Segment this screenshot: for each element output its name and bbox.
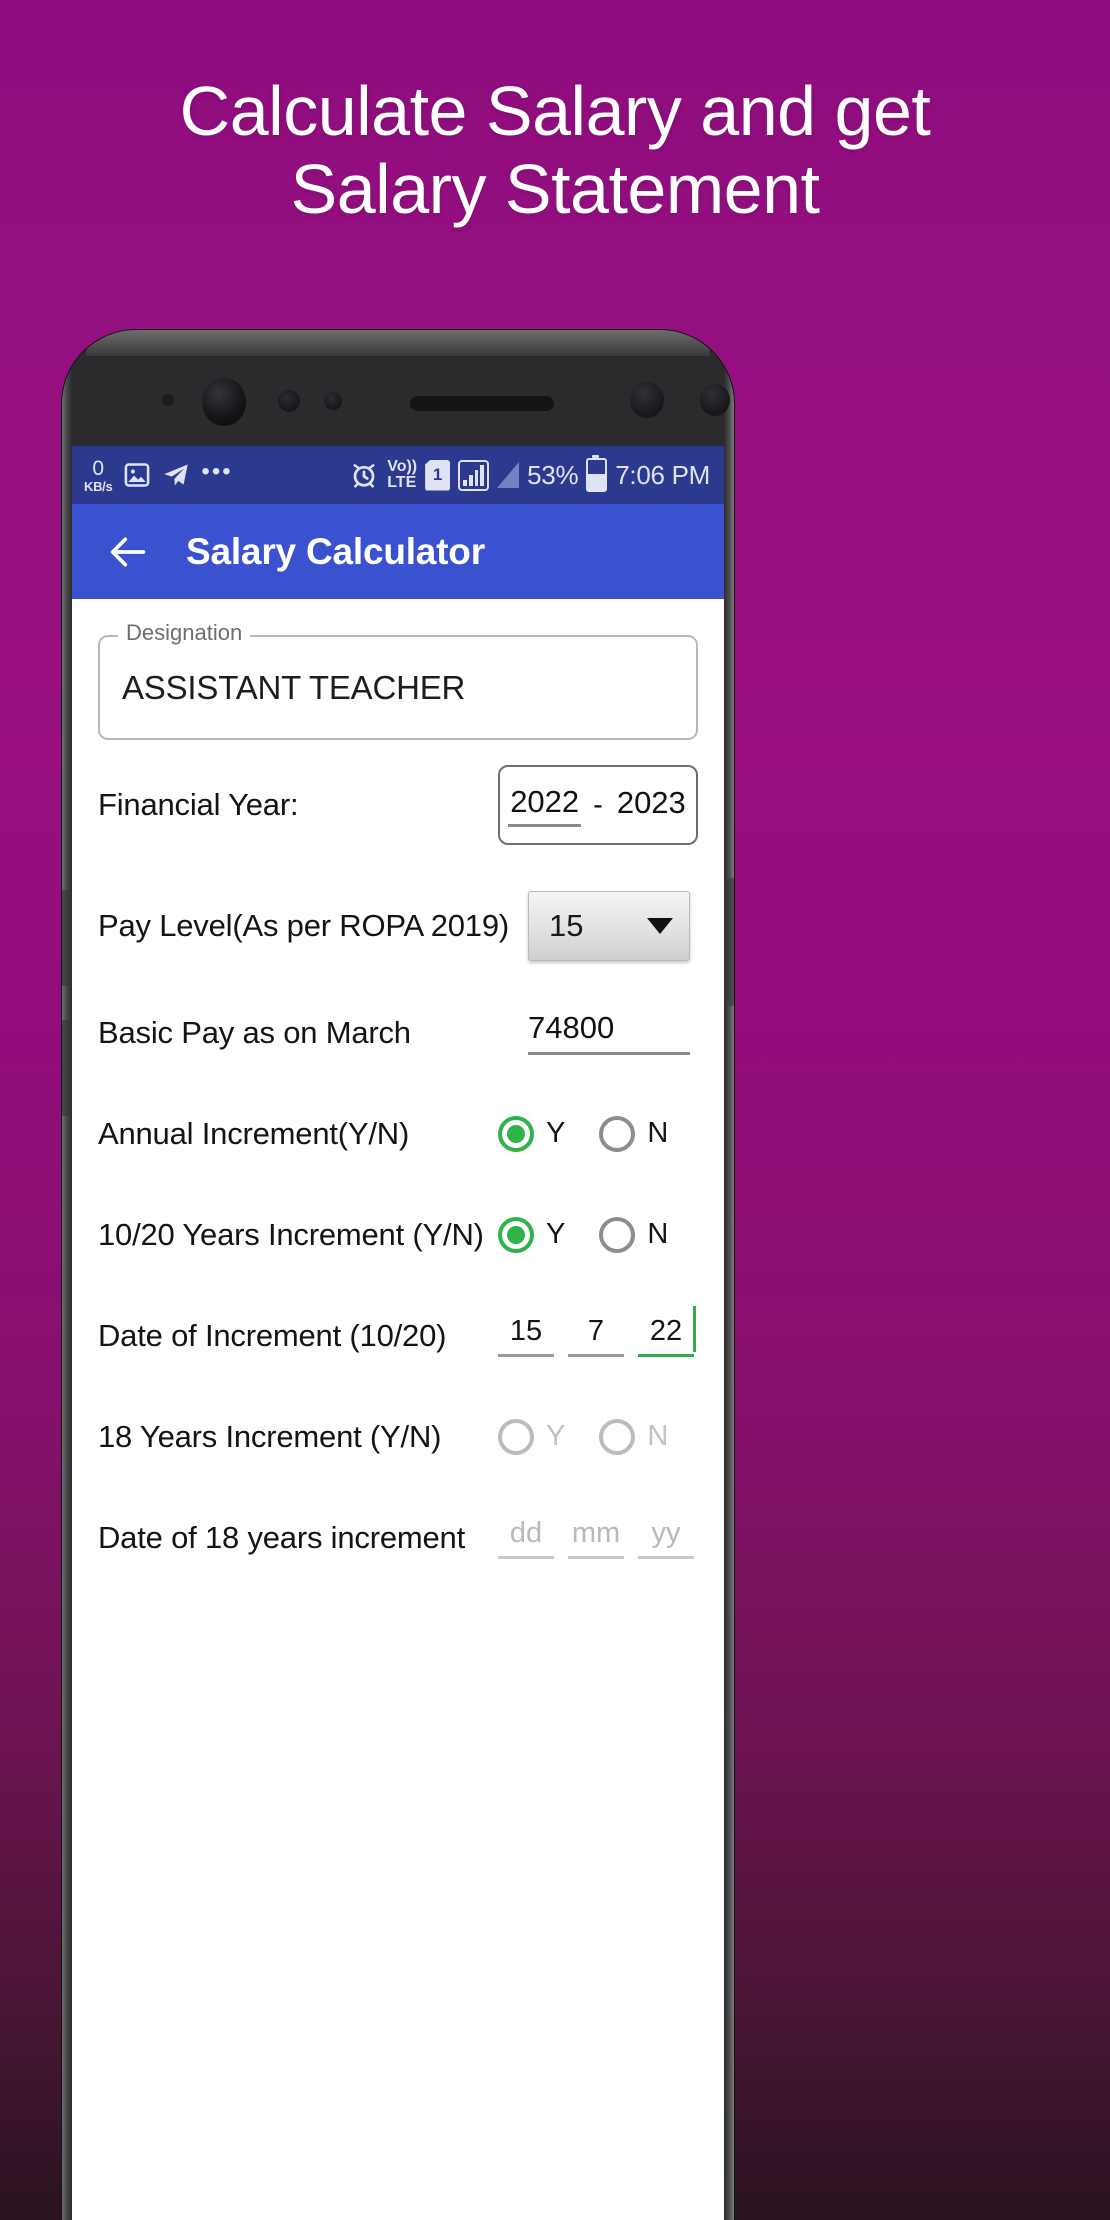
image-icon xyxy=(125,463,150,487)
radio-disabled-icon xyxy=(498,1418,534,1455)
volume-down-button[interactable] xyxy=(62,1020,72,1116)
volume-up-button[interactable] xyxy=(62,890,72,986)
date-of-increment-month[interactable]: 7 xyxy=(568,1315,624,1357)
network-speed-indicator: 0 KB/s xyxy=(84,456,113,494)
annual-increment-no[interactable]: N xyxy=(599,1115,669,1152)
light-sensor-icon xyxy=(324,392,342,410)
date-of-increment-year[interactable]: 22 xyxy=(638,1305,696,1357)
phone-screen: 0 KB/s ••• Vo)) LTE 1 53% 7:06 PM Salary… xyxy=(72,446,724,2220)
device-left-edge xyxy=(62,360,72,2220)
battery-percent-label: 53% xyxy=(527,459,579,490)
radio-disabled-icon xyxy=(599,1418,636,1455)
financial-year-label: Financial Year: xyxy=(98,787,299,822)
telegram-icon xyxy=(164,464,189,486)
secondary-camera-icon xyxy=(630,382,664,418)
device-right-edge xyxy=(724,360,734,2220)
promo-headline-line1: Calculate Salary and get xyxy=(179,72,931,150)
promo-headline-line2: Salary Statement xyxy=(290,150,820,229)
battery-icon xyxy=(586,455,608,492)
ten-twenty-increment-yes[interactable]: Y xyxy=(498,1216,566,1253)
annual-increment-radio-group: Y N xyxy=(498,1115,698,1152)
proximity-sensor-icon xyxy=(278,390,300,412)
ten-twenty-increment-no[interactable]: N xyxy=(599,1216,669,1253)
annual-increment-label: Annual Increment(Y/N) xyxy=(98,1115,410,1151)
financial-year-start[interactable]: 2022 xyxy=(508,784,582,827)
sensor-dot-icon xyxy=(162,394,174,406)
financial-year-row: Financial Year: 2022 - 2023 xyxy=(98,740,698,870)
phone-device-frame: 0 KB/s ••• Vo)) LTE 1 53% 7:06 PM Salary… xyxy=(62,330,734,2220)
basic-pay-label: Basic Pay as on March xyxy=(98,1014,411,1050)
status-bar-left: 0 KB/s ••• xyxy=(84,458,349,493)
date-of-increment-row: Date of Increment (10/20) 15 7 22 xyxy=(98,1285,698,1386)
designation-input[interactable]: ASSISTANT TEACHER xyxy=(98,635,698,740)
volte-icon: Vo)) LTE xyxy=(387,458,418,491)
sim-card-icon: 1 xyxy=(425,459,451,491)
date-of-18-increment-month[interactable]: mm xyxy=(568,1517,624,1559)
arrow-left-icon xyxy=(110,537,146,566)
annual-increment-row: Annual Increment(Y/N) Y N xyxy=(98,1083,698,1184)
designation-label: Designation xyxy=(118,620,251,646)
signal-strength-icon xyxy=(458,459,490,491)
radio-unselected-icon xyxy=(599,1115,636,1152)
radio-unselected-icon xyxy=(599,1216,636,1253)
eighteen-year-increment-row: 18 Years Increment (Y/N) Y N xyxy=(98,1386,698,1487)
radio-selected-icon xyxy=(498,1216,534,1253)
ten-twenty-increment-yes-label: Y xyxy=(546,1218,566,1250)
front-camera-icon xyxy=(202,378,246,426)
date-of-increment-fields: 15 7 22 xyxy=(498,1305,696,1357)
financial-year-separator: - xyxy=(593,788,603,821)
status-bar: 0 KB/s ••• Vo)) LTE 1 53% 7:06 PM xyxy=(72,446,724,504)
radio-selected-icon xyxy=(498,1115,534,1152)
ten-twenty-increment-label: 10/20 Years Increment (Y/N) xyxy=(98,1216,484,1252)
date-of-18-increment-row: Date of 18 years increment dd mm yy xyxy=(98,1487,698,1588)
app-bar: Salary Calculator xyxy=(72,504,724,599)
earpiece-speaker xyxy=(410,396,554,411)
date-of-increment-day[interactable]: 15 xyxy=(498,1315,554,1357)
pay-level-dropdown[interactable]: 15 xyxy=(528,891,690,961)
secondary-signal-icon xyxy=(497,462,520,488)
tertiary-sensor-icon xyxy=(700,384,730,416)
annual-increment-yes-label: Y xyxy=(546,1117,566,1149)
basic-pay-row: Basic Pay as on March 74800 xyxy=(98,982,698,1083)
date-of-18-increment-fields: dd mm yy xyxy=(498,1517,694,1559)
date-of-increment-label: Date of Increment (10/20) xyxy=(98,1317,447,1353)
promo-screenshot: Calculate Salary and get Salary Statemen… xyxy=(0,0,1110,2220)
basic-pay-input[interactable]: 74800 xyxy=(528,1010,690,1055)
eighteen-year-increment-no[interactable]: N xyxy=(599,1418,669,1455)
financial-year-end: 2023 xyxy=(616,785,686,820)
phone-sensor-cluster xyxy=(62,352,734,446)
date-of-18-increment-label: Date of 18 years increment xyxy=(98,1519,465,1555)
pay-level-row: Pay Level(As per ROPA 2019) 15 xyxy=(98,870,698,982)
alarm-icon xyxy=(353,464,375,488)
financial-year-input[interactable]: 2022 - 2023 xyxy=(498,765,698,845)
page-title: Salary Calculator xyxy=(186,530,485,572)
annual-increment-yes[interactable]: Y xyxy=(498,1115,566,1152)
back-button[interactable] xyxy=(100,524,156,580)
status-bar-clock: 7:06 PM xyxy=(615,459,710,490)
eighteen-year-increment-yes[interactable]: Y xyxy=(498,1418,566,1455)
eighteen-year-increment-yes-label: Y xyxy=(546,1420,566,1452)
date-of-18-increment-day[interactable]: dd xyxy=(498,1517,554,1559)
more-dots-icon: ••• xyxy=(201,458,233,485)
eighteen-year-increment-label: 18 Years Increment (Y/N) xyxy=(98,1418,442,1454)
eighteen-year-increment-radio-group: Y N xyxy=(498,1418,698,1455)
eighteen-year-increment-no-label: N xyxy=(647,1420,669,1452)
chevron-down-icon xyxy=(647,918,673,934)
ten-twenty-increment-radio-group: Y N xyxy=(498,1216,698,1253)
annual-increment-no-label: N xyxy=(647,1117,669,1149)
salary-calculator-form: ASSISTANT TEACHER Designation Financial … xyxy=(72,599,724,2220)
designation-value: ASSISTANT TEACHER xyxy=(122,668,466,706)
power-button[interactable] xyxy=(724,878,734,1006)
promo-headline: Calculate Salary and get Salary Statemen… xyxy=(0,72,1110,229)
ten-twenty-increment-row: 10/20 Years Increment (Y/N) Y N xyxy=(98,1184,698,1285)
pay-level-value: 15 xyxy=(549,908,584,943)
status-bar-right: Vo)) LTE 1 53% 7:06 PM xyxy=(349,455,710,492)
pay-level-label: Pay Level(As per ROPA 2019) xyxy=(98,908,510,943)
date-of-18-increment-year[interactable]: yy xyxy=(638,1517,694,1559)
designation-field[interactable]: ASSISTANT TEACHER Designation xyxy=(98,620,698,740)
ten-twenty-increment-no-label: N xyxy=(647,1218,669,1250)
